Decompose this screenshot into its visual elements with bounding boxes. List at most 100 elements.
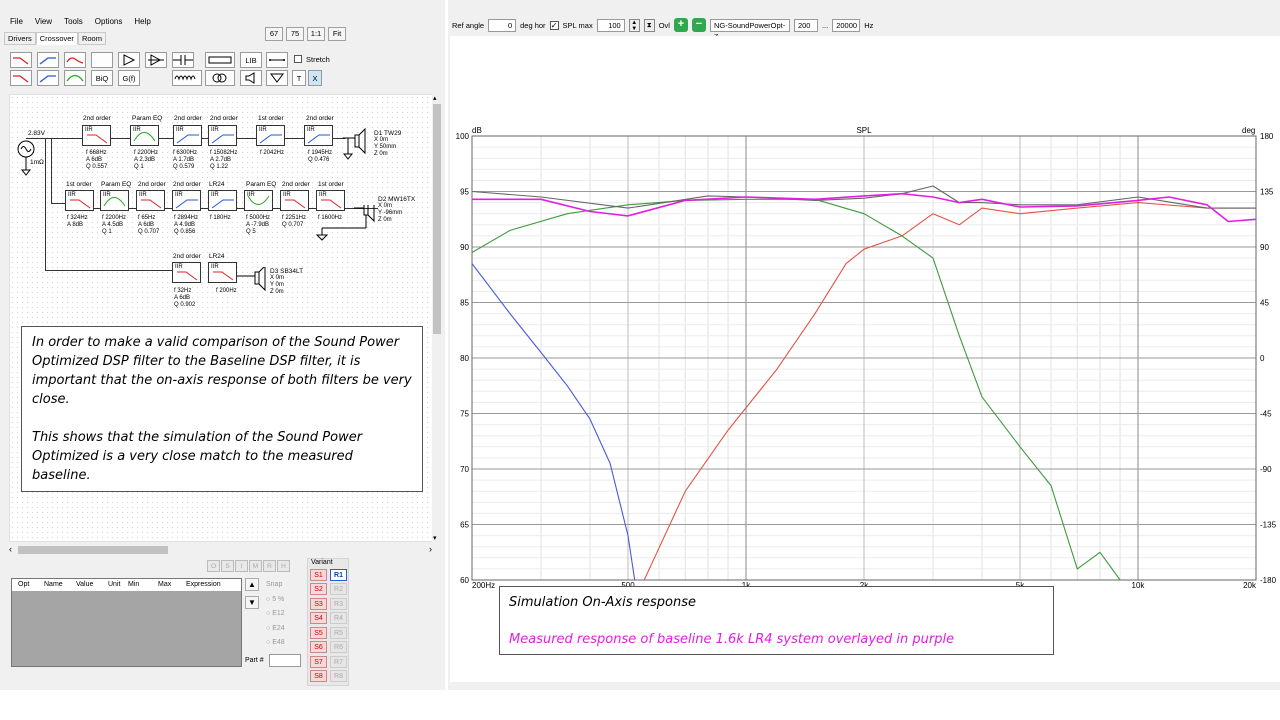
zoom-fit-button[interactable]: Fit	[328, 27, 346, 41]
move-down-icon[interactable]: ▼	[245, 596, 259, 609]
resistor-tool[interactable]	[205, 52, 235, 68]
variant-s3[interactable]: S3	[310, 598, 327, 610]
curve-name-input[interactable]: NG-SoundPowerOpt-7	[709, 18, 790, 41]
filter-block-highpass[interactable]: IIR	[172, 190, 201, 211]
add-overlay-icon[interactable]: +	[673, 18, 688, 32]
filter-block-peq[interactable]: IIR	[244, 190, 273, 211]
variant-r7[interactable]: R7	[330, 656, 347, 668]
variant-r6[interactable]: R6	[330, 641, 347, 653]
filter-block-lowpass[interactable]: IIR	[65, 190, 94, 211]
filter-block-highpass[interactable]: IIR	[208, 125, 237, 146]
transformer-tool[interactable]	[205, 70, 235, 86]
ref-angle-input[interactable]: 0	[488, 18, 517, 32]
opt-r-button[interactable]: R	[263, 560, 276, 572]
text-button[interactable]: T	[292, 70, 306, 86]
lowpass-red-tool[interactable]	[10, 52, 32, 68]
shelf-red-tool[interactable]	[64, 52, 86, 68]
filter-block-peq[interactable]: IIR	[130, 125, 159, 146]
block-params: f 2042Hz	[260, 150, 285, 156]
wire	[45, 138, 46, 270]
variant-s1[interactable]: S1	[310, 569, 327, 581]
scroll-right-icon[interactable]: ›	[429, 544, 432, 554]
variant-r2[interactable]: R2	[330, 583, 347, 595]
variant-s6[interactable]: S6	[310, 641, 327, 653]
part-number-input[interactable]	[269, 654, 301, 667]
empty-tool[interactable]	[91, 52, 113, 68]
vertical-scroll-thumb[interactable]	[433, 104, 441, 334]
speaker-tool[interactable]	[240, 70, 262, 86]
opt-m-button[interactable]: M	[249, 560, 262, 572]
variant-s2[interactable]: S2	[310, 583, 327, 595]
stretch-checkbox[interactable]	[294, 55, 302, 63]
gf-button[interactable]: G(f)	[118, 70, 140, 86]
highpass-blue-tool[interactable]	[37, 52, 59, 68]
filter-block-lowpass[interactable]: IIR	[208, 262, 237, 283]
menu-tools[interactable]: Tools	[58, 15, 89, 29]
scroll-up-icon[interactable]: ▴	[433, 94, 437, 102]
buffer-tool[interactable]	[145, 52, 167, 68]
highpass-blue-tool-2[interactable]	[37, 70, 59, 86]
snap-e24-radio[interactable]: ○ E24	[266, 622, 285, 637]
capacitor-tool[interactable]	[172, 52, 194, 68]
remove-overlay-icon[interactable]: −	[691, 18, 706, 32]
tab-drivers[interactable]: Drivers	[4, 32, 36, 45]
opt-h-button[interactable]: H	[277, 560, 290, 572]
optimizer-table[interactable]: Opt Name Value Unit Min Max Expression	[11, 578, 242, 667]
inductor-tool[interactable]	[172, 70, 202, 86]
zoom-75-button[interactable]: 75	[286, 27, 304, 41]
ground-tool[interactable]	[266, 70, 288, 86]
spl-chart[interactable]: SPL dB deg 60 65 70 75 80 85 90 95 100 -180 -135 -90 -4…	[450, 36, 1280, 596]
variant-r8[interactable]: R8	[330, 670, 347, 682]
spl-max-input[interactable]: 100	[596, 18, 625, 32]
menu-file[interactable]: File	[4, 15, 29, 29]
peq-green-tool[interactable]	[64, 70, 86, 86]
horizontal-scrollbar[interactable]: ‹ ›	[9, 544, 434, 556]
filter-block-highpass[interactable]: IIR	[304, 125, 333, 146]
filter-block-lowpass[interactable]: IIR	[82, 125, 111, 146]
opt-s-button[interactable]: S	[221, 560, 234, 572]
delete-button[interactable]: X	[308, 70, 322, 86]
spinner-icon[interactable]: ▲ ▼	[628, 18, 640, 32]
freq-max-input[interactable]: 20000	[832, 18, 861, 32]
move-up-icon[interactable]: ▲	[245, 578, 259, 591]
tab-crossover[interactable]: Crossover	[35, 32, 78, 45]
snap-e12-radio[interactable]: ○ E12	[266, 607, 285, 622]
opt-o-button[interactable]: O	[207, 560, 220, 572]
filter-block-peq[interactable]: IIR	[100, 190, 129, 211]
variant-r3[interactable]: R3	[330, 598, 347, 610]
spl-max-checkbox[interactable]: ✓	[549, 20, 559, 30]
zoom-67-button[interactable]: 67	[265, 27, 283, 41]
menu-view[interactable]: View	[29, 15, 58, 29]
variant-r4[interactable]: R4	[330, 612, 347, 624]
lowpass-red-tool-2[interactable]	[10, 70, 32, 86]
lib-button[interactable]: LIB	[240, 52, 262, 68]
snap-5pct-radio[interactable]: ○ 5 %	[266, 593, 285, 608]
variant-r5[interactable]: R5	[330, 627, 347, 639]
menu-options[interactable]: Options	[89, 15, 129, 29]
variant-r1[interactable]: R1	[330, 569, 347, 581]
reset-scale-icon[interactable]: ⧗	[643, 18, 655, 32]
filter-block-highpass[interactable]: IIR	[173, 125, 202, 146]
biquad-button[interactable]: BiQ	[91, 70, 113, 86]
opt-i-button[interactable]: I	[235, 560, 248, 572]
variant-s8[interactable]: S8	[310, 670, 327, 682]
scroll-down-icon[interactable]: ▾	[433, 534, 437, 542]
horizontal-scroll-thumb[interactable]	[18, 546, 168, 554]
filter-block-lowpass[interactable]: IIR	[136, 190, 165, 211]
wire-tool[interactable]	[266, 52, 288, 68]
variant-s5[interactable]: S5	[310, 627, 327, 639]
amplifier-tool[interactable]	[118, 52, 140, 68]
snap-e48-radio[interactable]: ○ E48	[266, 636, 285, 651]
filter-block-lowpass[interactable]: IIR	[172, 262, 201, 283]
filter-block-highpass[interactable]: IIR	[208, 190, 237, 211]
variant-s7[interactable]: S7	[310, 656, 327, 668]
iir-label: IIR	[175, 264, 183, 270]
variant-s4[interactable]: S4	[310, 612, 327, 624]
menu-help[interactable]: Help	[128, 15, 156, 29]
tab-room[interactable]: Room	[77, 32, 106, 45]
vertical-scrollbar[interactable]: ▴ ▾	[432, 94, 442, 542]
zoom-1to1-button[interactable]: 1:1	[307, 27, 325, 41]
freq-min-input[interactable]: 200	[793, 18, 818, 32]
filter-block-highpass[interactable]: IIR	[256, 125, 285, 146]
scroll-left-icon[interactable]: ‹	[9, 544, 12, 554]
